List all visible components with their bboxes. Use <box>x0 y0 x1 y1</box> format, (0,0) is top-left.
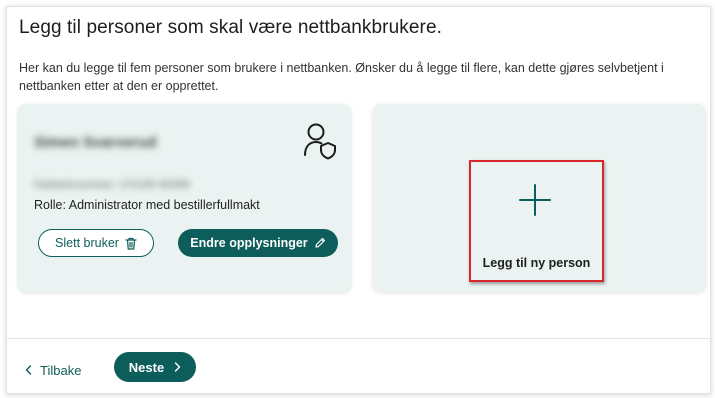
delete-user-button[interactable]: Slett bruker <box>38 229 154 257</box>
person-name: Simen Svarverud <box>34 134 157 151</box>
trash-icon <box>125 237 137 250</box>
role-text: Rolle: Administrator med bestillerfullma… <box>34 198 260 212</box>
add-person-card: Legg til ny person <box>373 104 706 292</box>
add-person-button[interactable]: Legg til ny person <box>469 160 604 282</box>
chevron-left-icon <box>25 365 32 375</box>
next-label: Neste <box>128 359 165 375</box>
edit-details-label: Endre opplysninger <box>190 236 308 250</box>
person-card: Simen Svarverud Fødselsnummer: 270185 80… <box>18 104 351 292</box>
edit-details-button[interactable]: Endre opplysninger <box>178 229 338 257</box>
plus-icon <box>519 184 551 216</box>
chevron-right-icon <box>175 362 181 372</box>
birth-number: Fødselsnummer: 270185 80989 <box>34 179 190 191</box>
app-window: Legg til personer som skal være nettbank… <box>6 6 711 394</box>
back-link[interactable]: Tilbake <box>25 359 81 381</box>
footer-divider <box>7 338 710 339</box>
add-person-label: Legg til ny person <box>482 256 591 270</box>
page-title: Legg til personer som skal være nettbank… <box>19 17 443 38</box>
next-button[interactable]: Neste <box>114 352 196 382</box>
person-shield-icon <box>304 123 336 160</box>
intro-text: Her kan du legge til fem personer som br… <box>19 61 664 93</box>
pencil-icon <box>315 237 325 248</box>
back-label: Tilbake <box>40 362 82 378</box>
delete-user-label: Slett bruker <box>55 236 119 250</box>
